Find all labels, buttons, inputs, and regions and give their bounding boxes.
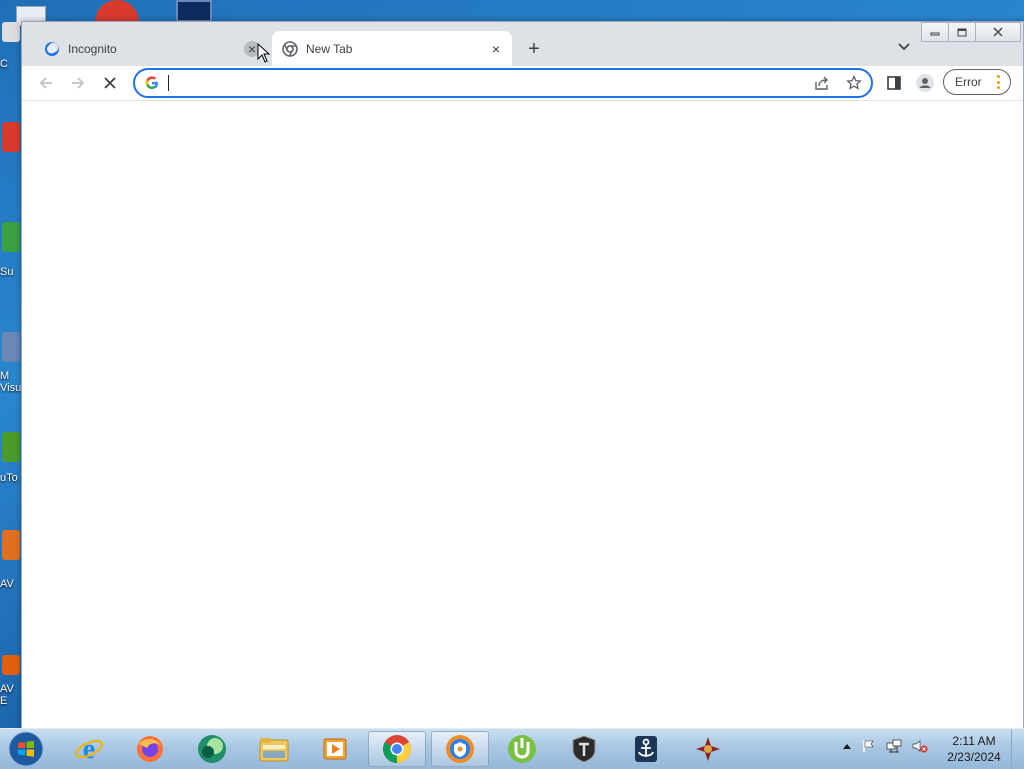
stop-x-icon bbox=[104, 77, 116, 89]
network-button[interactable] bbox=[886, 739, 902, 753]
desktop-icon-peek-1[interactable] bbox=[16, 0, 60, 26]
taskbar-red-app[interactable] bbox=[679, 731, 737, 767]
taskbar-world-of-warships[interactable] bbox=[617, 731, 675, 767]
chrome-favicon-icon bbox=[282, 40, 298, 57]
green-circle-app-icon bbox=[198, 735, 226, 763]
browser-window: Incognito × New Tab × + Error bbox=[21, 21, 1024, 729]
chevron-up-icon bbox=[843, 744, 851, 749]
close-icon bbox=[993, 27, 1003, 37]
taskbar-file-explorer[interactable] bbox=[245, 731, 303, 767]
tab-close-icon[interactable]: × bbox=[488, 41, 504, 57]
taskbar-media-player[interactable] bbox=[306, 731, 364, 767]
tab-search-button[interactable] bbox=[894, 37, 914, 57]
desktop-icon-5[interactable]: uTo bbox=[0, 432, 22, 484]
tab-new-tab[interactable]: New Tab × bbox=[272, 31, 512, 66]
desktop-icon-2[interactable] bbox=[0, 122, 22, 152]
profile-button[interactable] bbox=[913, 71, 937, 95]
taskbar-firefox[interactable] bbox=[121, 731, 179, 767]
share-icon bbox=[815, 76, 828, 90]
taskbar-chrome[interactable] bbox=[368, 731, 426, 767]
windows-start-orb-icon bbox=[8, 731, 44, 767]
maximize-button[interactable] bbox=[948, 22, 976, 42]
restore-icon bbox=[957, 28, 967, 37]
omnibox-input[interactable] bbox=[169, 73, 773, 95]
forward-button[interactable] bbox=[66, 71, 90, 95]
utorrent-icon bbox=[508, 735, 536, 763]
taskbar-internet-explorer[interactable]: e bbox=[60, 731, 118, 767]
taskbar-vpn-app[interactable] bbox=[431, 731, 489, 767]
star-icon bbox=[846, 75, 862, 90]
internet-explorer-icon: e bbox=[75, 734, 103, 764]
action-center-button[interactable] bbox=[862, 739, 876, 753]
volume-button[interactable] bbox=[912, 739, 928, 753]
tab-title: Incognito bbox=[68, 41, 117, 56]
tab-title: New Tab bbox=[306, 41, 353, 56]
text-caret bbox=[168, 75, 169, 91]
taskbar-utorrent[interactable] bbox=[493, 731, 551, 767]
taskbar: e 2:11 AM 2/23/2024 bbox=[0, 728, 1024, 769]
shield-app-icon bbox=[446, 735, 474, 763]
browser-toolbar: Error bbox=[22, 66, 1023, 101]
svg-text:e: e bbox=[83, 734, 95, 764]
google-g-icon bbox=[145, 76, 158, 89]
window-controls bbox=[921, 22, 1021, 42]
desktop-icon-3[interactable]: Su bbox=[0, 222, 22, 278]
mouse-cursor-icon bbox=[257, 43, 271, 63]
arrow-left-icon bbox=[39, 77, 52, 89]
desktop-icon-peek-2[interactable] bbox=[95, 0, 139, 22]
desktop-icon-peek-3[interactable] bbox=[176, 0, 212, 22]
taskbar-green-app[interactable] bbox=[183, 731, 241, 767]
show-desktop-button[interactable] bbox=[1011, 729, 1024, 769]
back-button[interactable] bbox=[34, 71, 58, 95]
desktop-icon-7[interactable]: AV E bbox=[0, 655, 22, 707]
folder-icon bbox=[259, 738, 289, 762]
new-tab-button[interactable]: + bbox=[522, 37, 546, 61]
chrome-icon bbox=[383, 735, 411, 763]
taskbar-clock[interactable]: 2:11 AM 2/23/2024 bbox=[940, 733, 1008, 765]
taskbar-world-of-tanks[interactable] bbox=[555, 731, 613, 767]
tab-incognito[interactable]: Incognito × bbox=[34, 31, 268, 66]
close-window-button[interactable] bbox=[975, 22, 1021, 42]
profile-error-menu-button[interactable]: Error bbox=[943, 69, 1011, 95]
clock-time: 2:11 AM bbox=[952, 734, 996, 748]
speaker-muted-icon bbox=[912, 740, 928, 753]
error-label: Error bbox=[955, 75, 982, 89]
clock-date: 2/23/2024 bbox=[947, 750, 1001, 764]
system-tray bbox=[842, 739, 938, 753]
page-content bbox=[22, 101, 1023, 728]
firefox-icon bbox=[137, 736, 163, 762]
minimize-button[interactable] bbox=[921, 22, 949, 42]
red-emblem-icon bbox=[696, 737, 720, 761]
side-panel-button[interactable] bbox=[882, 71, 906, 95]
show-hidden-icons-button[interactable] bbox=[842, 742, 852, 750]
desktop-icon-4[interactable]: M Visu bbox=[0, 332, 22, 394]
tank-shield-icon bbox=[572, 735, 596, 763]
anchor-icon bbox=[635, 736, 657, 762]
start-button[interactable] bbox=[6, 731, 46, 767]
desktop-icon-1[interactable]: C bbox=[0, 22, 22, 70]
arrow-right-icon bbox=[72, 77, 85, 89]
flag-icon bbox=[863, 740, 874, 752]
network-icon bbox=[886, 739, 902, 753]
kebab-menu-icon bbox=[997, 75, 1001, 89]
tab-strip: Incognito × New Tab × + bbox=[22, 22, 1023, 66]
bookmark-star-button[interactable] bbox=[844, 73, 864, 93]
chevron-down-icon bbox=[898, 43, 910, 51]
side-panel-icon bbox=[887, 76, 901, 90]
media-player-icon bbox=[323, 738, 347, 760]
incognito-favicon-icon bbox=[45, 41, 59, 56]
minimize-icon bbox=[930, 32, 940, 36]
share-button[interactable] bbox=[812, 73, 832, 93]
avatar-icon bbox=[916, 74, 934, 92]
stop-loading-button[interactable] bbox=[98, 71, 122, 95]
address-bar[interactable] bbox=[133, 68, 873, 98]
desktop-icon-6[interactable]: AV bbox=[0, 530, 22, 590]
